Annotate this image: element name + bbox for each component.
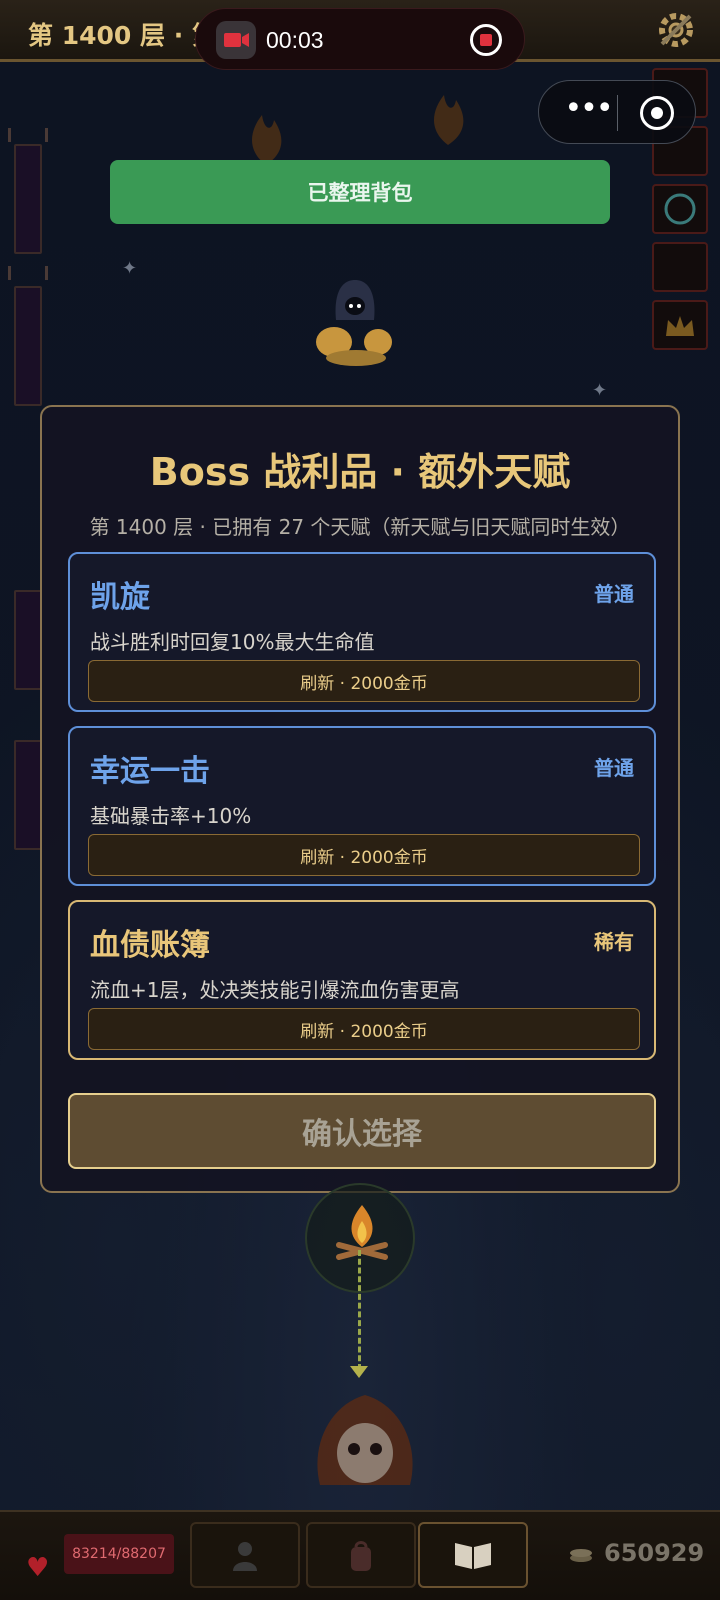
heart-icon: ♥ (26, 1553, 50, 1583)
sorted-bag-button[interactable]: 已整理背包 (110, 160, 610, 224)
star-decor: ✦ (122, 258, 138, 279)
tab-book[interactable] (418, 1522, 528, 1588)
stop-recording-icon[interactable] (470, 24, 502, 56)
side-slot[interactable] (652, 242, 708, 292)
refresh-talent-button[interactable]: 刷新 · 2000金币 (88, 660, 640, 702)
star-decor: ✦ (592, 380, 608, 401)
pillar-cap (8, 128, 48, 142)
path-arrow-icon (350, 1366, 368, 1378)
confirm-selection-button[interactable]: 确认选择 (68, 1093, 656, 1169)
gold-coins-icon (570, 1549, 592, 1562)
talent-card[interactable]: 凯旋 普通 战斗胜利时回复10%最大生命值 刷新 · 2000金币 (68, 552, 656, 712)
talent-rarity: 普通 (594, 582, 634, 606)
refresh-talent-button[interactable]: 刷新 · 2000金币 (88, 834, 640, 876)
rune-icon (664, 193, 696, 225)
boss-loot-modal: Boss 战利品 · 额外天赋 第 1400 层 · 已拥有 27 个天赋（新天… (40, 405, 680, 1193)
left-pillar-segment (14, 144, 42, 254)
hero-icon (233, 1542, 257, 1571)
flame-decor-icon (252, 115, 282, 165)
tab-hero[interactable] (190, 1522, 300, 1588)
settings-gear-icon[interactable] (652, 6, 700, 54)
left-pillar-segment (14, 740, 42, 850)
left-pillar-segment (14, 590, 42, 690)
merchant-icon (316, 280, 392, 366)
backpack-icon (351, 1541, 371, 1571)
campfire-icon (336, 1205, 388, 1260)
capsule-divider (617, 95, 618, 131)
talent-card[interactable]: 血债账簿 稀有 流血+1层，处决类技能引爆流血伤害更高 刷新 · 2000金币 (68, 900, 656, 1060)
talent-name: 血债账簿 (90, 928, 210, 963)
talent-name: 幸运一击 (90, 754, 210, 789)
map-path (358, 1250, 361, 1370)
modal-title: Boss 战利品 · 额外天赋 (149, 450, 571, 494)
talent-rarity: 普通 (594, 756, 634, 780)
talent-description: 流血+1层，处决类技能引爆流血伤害更高 (90, 978, 460, 1002)
hp-display: 83214/88207 (64, 1534, 174, 1574)
refresh-talent-button[interactable]: 刷新 · 2000金币 (88, 1008, 640, 1050)
pillar-cap (8, 266, 48, 280)
talent-description: 战斗胜利时回复10%最大生命值 (90, 630, 375, 654)
tab-backpack[interactable] (306, 1522, 416, 1588)
flame-decor-icon (434, 95, 464, 145)
video-camera-icon (216, 21, 256, 59)
side-slot[interactable] (652, 300, 708, 350)
talent-description: 基础暴击率+10% (90, 804, 252, 828)
talent-name: 凯旋 (90, 580, 150, 615)
close-mini-program-icon[interactable] (640, 96, 674, 130)
gold-amount: 650929 (604, 1539, 705, 1567)
boss-skull-icon[interactable] (300, 1385, 430, 1505)
side-slot[interactable] (652, 184, 708, 234)
talent-rarity: 稀有 (594, 930, 634, 954)
floor-title: 第 1400 层 · 第 (28, 21, 217, 50)
talent-card[interactable]: 幸运一击 普通 基础暴击率+10% 刷新 · 2000金币 (68, 726, 656, 886)
screen-recorder-pill[interactable]: 00:03 (195, 8, 525, 70)
modal-subtitle: 第 1400 层 · 已拥有 27 个天赋（新天赋与旧天赋同时生效） (89, 515, 631, 539)
recording-timer: 00:03 (266, 27, 324, 53)
more-options-icon[interactable]: ••• (563, 94, 613, 125)
book-icon (455, 1543, 491, 1569)
crown-icon (666, 316, 694, 336)
mini-program-capsule: ••• (538, 80, 696, 144)
left-pillar-segment (14, 286, 42, 406)
